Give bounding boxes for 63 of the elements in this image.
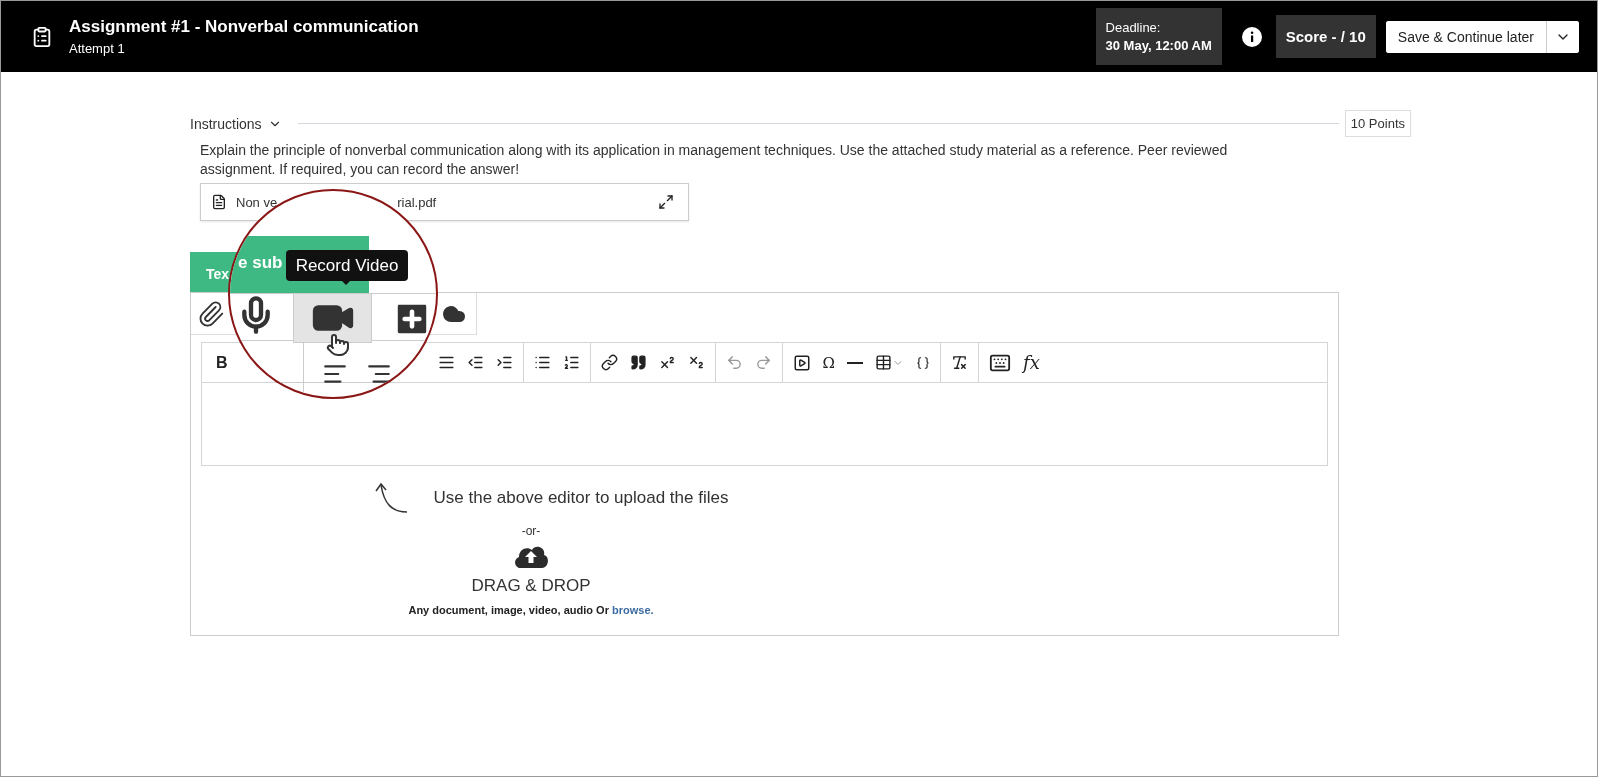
special-character-button[interactable]: Ω <box>822 353 835 372</box>
numbered-list-icon <box>562 354 580 371</box>
upload-note: Any document, image, video, audio Or browse. <box>408 604 654 616</box>
upload-hint: Use the above editor to upload the files <box>433 488 729 508</box>
attempt-label: Attempt 1 <box>69 41 126 56</box>
redo-icon <box>754 354 772 371</box>
cloud-upload-icon[interactable] <box>513 544 549 568</box>
subscript-button[interactable] <box>687 354 705 371</box>
subscript-icon <box>687 354 705 371</box>
redo-button[interactable] <box>754 354 772 371</box>
deadline-label: Deadline: <box>1105 20 1162 35</box>
pdf-file-icon <box>211 194 227 210</box>
browse-link[interactable]: browse. <box>612 604 654 616</box>
clear-formatting-button[interactable] <box>951 354 968 371</box>
tab-label: e sub <box>238 253 283 273</box>
clipboard-icon <box>31 25 53 48</box>
outdent-icon <box>466 354 484 371</box>
undo-icon <box>725 354 743 371</box>
bold-button[interactable]: B <box>216 353 228 372</box>
indent-button[interactable] <box>495 354 513 371</box>
link-button[interactable] <box>600 354 618 371</box>
attachment-name: rial.pdf <box>397 194 437 210</box>
save-button[interactable]: Save & Continue later <box>1385 20 1547 53</box>
superscript-button[interactable] <box>658 354 676 371</box>
deadline-value: 30 May, 12:00 AM <box>1105 38 1212 53</box>
superscript-icon <box>658 354 676 371</box>
paperclip-icon <box>197 299 225 328</box>
expand-icon[interactable] <box>658 194 674 210</box>
bullet-list-icon <box>533 354 551 371</box>
info-icon[interactable] <box>1241 26 1262 47</box>
curved-arrow-icon <box>373 482 408 514</box>
play-icon <box>792 353 811 372</box>
clear-formatting-icon <box>951 354 968 371</box>
justify-icon <box>437 354 455 371</box>
indent-icon <box>495 354 513 371</box>
formula-button[interactable]: fx <box>1023 352 1040 373</box>
outdent-button[interactable] <box>466 354 484 371</box>
assignment-title: Assignment #1 - Nonverbal communication <box>69 17 420 37</box>
instructions-toggle[interactable]: Instructions <box>190 115 282 132</box>
tooltip-pointer <box>340 279 352 285</box>
media-button[interactable] <box>792 353 811 372</box>
instructions-text: Explain the principle of nonverbal communication along with its application in management techniques. Use the attached study material as a reference. Peer reviewed assignment. If required, you can record the answer! <box>200 141 1229 179</box>
code-button[interactable] <box>916 355 930 370</box>
horizontal-line-icon <box>847 361 863 364</box>
record-video-button[interactable] <box>293 293 372 343</box>
drag-drop-title: DRAG & DROP <box>471 576 591 596</box>
quote-button[interactable] <box>629 354 647 371</box>
horizontal-line-button[interactable] <box>847 361 863 364</box>
score-badge: Score - / 10 <box>1275 15 1376 58</box>
bullet-list-button[interactable] <box>533 354 551 371</box>
undo-button[interactable] <box>725 354 743 371</box>
table-icon <box>875 354 892 371</box>
quote-icon <box>629 354 647 371</box>
attachment-name: Non ve <box>236 194 278 210</box>
numbered-list-button[interactable] <box>562 354 580 371</box>
or-separator: -or- <box>521 524 541 538</box>
hand-cursor-icon <box>326 333 350 357</box>
tooltip: Record Video <box>286 250 408 281</box>
link-icon <box>600 354 618 371</box>
table-button[interactable] <box>875 354 904 371</box>
braces-icon <box>916 355 930 370</box>
justify-button[interactable] <box>437 354 455 371</box>
points-badge: 10 Points <box>1344 110 1411 137</box>
